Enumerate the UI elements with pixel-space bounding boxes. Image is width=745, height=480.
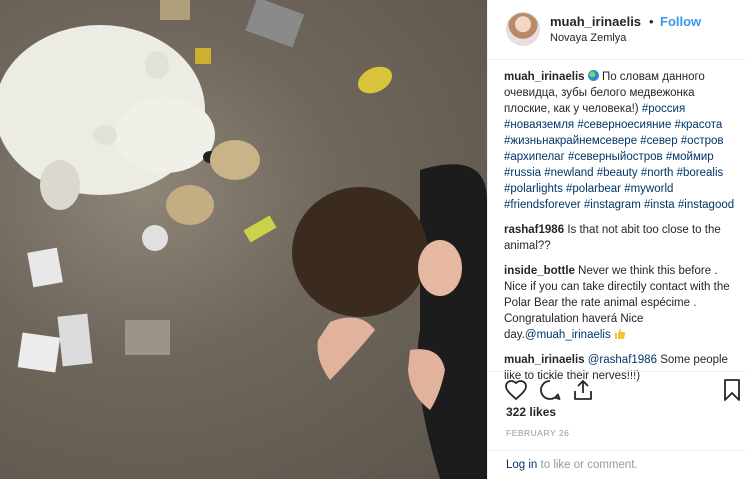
login-prompt: Log in to like or comment. — [488, 450, 745, 480]
debris — [357, 66, 393, 94]
bear-leg — [40, 160, 80, 210]
location-link[interactable]: Novaya Zemlya — [550, 32, 626, 44]
follow-button[interactable]: Follow — [660, 14, 701, 29]
bear-head — [115, 97, 215, 173]
debris — [195, 48, 211, 64]
person-head — [292, 187, 428, 317]
comment-username[interactable]: muah_irinaelis — [504, 71, 585, 83]
bear-ear — [145, 51, 169, 79]
mention-link[interactable]: @muah_irinaelis — [525, 329, 611, 341]
mention-link[interactable]: @rashaf1986 — [588, 354, 657, 366]
debris — [160, 0, 190, 20]
share-icon[interactable] — [571, 378, 595, 402]
hashtags[interactable]: #россия #новаяземля #северноесияние #кра… — [504, 103, 734, 211]
debris — [243, 215, 277, 243]
post-photo[interactable] — [0, 0, 487, 479]
bear-paw — [210, 140, 260, 180]
person-hand — [317, 317, 375, 380]
comment: rashaf1986 Is that not abit too close to… — [504, 222, 740, 254]
actions-section: 322 likes FEBRUARY 26 Log in to like or … — [488, 371, 745, 480]
bookmark-icon[interactable] — [720, 378, 744, 402]
header-username[interactable]: muah_irinaelis — [550, 14, 641, 29]
bear-paw — [166, 185, 214, 225]
debris — [125, 320, 170, 355]
comment-username[interactable]: rashaf1986 — [504, 224, 564, 236]
debris — [245, 0, 305, 48]
instagram-post: muah_irinaelis • Follow Novaya Zemlya mu… — [0, 0, 745, 479]
comment-username[interactable]: inside_bottle — [504, 265, 575, 277]
globe-emoji-icon — [587, 70, 599, 81]
can-lid — [142, 225, 168, 251]
person-ear — [418, 240, 462, 296]
login-text: to like or comment. — [537, 459, 638, 471]
likes-count[interactable]: 322 likes — [506, 405, 556, 419]
separator-dot: • — [649, 14, 654, 29]
post-date[interactable]: FEBRUARY 26 — [506, 428, 569, 438]
caption-comment: muah_irinaelis По словам данного очевидц… — [504, 69, 740, 213]
photo-scene — [0, 0, 487, 479]
comment: inside_bottle Never we think this before… — [504, 263, 740, 343]
heart-icon[interactable] — [504, 378, 528, 402]
login-link[interactable]: Log in — [506, 459, 537, 471]
debris — [57, 313, 93, 367]
bear-ear — [93, 125, 117, 145]
thumbs-up-emoji-icon — [614, 329, 626, 339]
comment-icon[interactable] — [538, 378, 562, 402]
avatar[interactable] — [506, 12, 540, 46]
post-header: muah_irinaelis • Follow Novaya Zemlya — [488, 0, 745, 60]
comment-username[interactable]: muah_irinaelis — [504, 354, 585, 366]
debris — [27, 247, 63, 288]
comments-list: muah_irinaelis По словам данного очевидц… — [504, 69, 740, 393]
post-panel: muah_irinaelis • Follow Novaya Zemlya mu… — [487, 0, 745, 479]
person-jacket — [417, 164, 487, 479]
debris — [17, 332, 61, 373]
